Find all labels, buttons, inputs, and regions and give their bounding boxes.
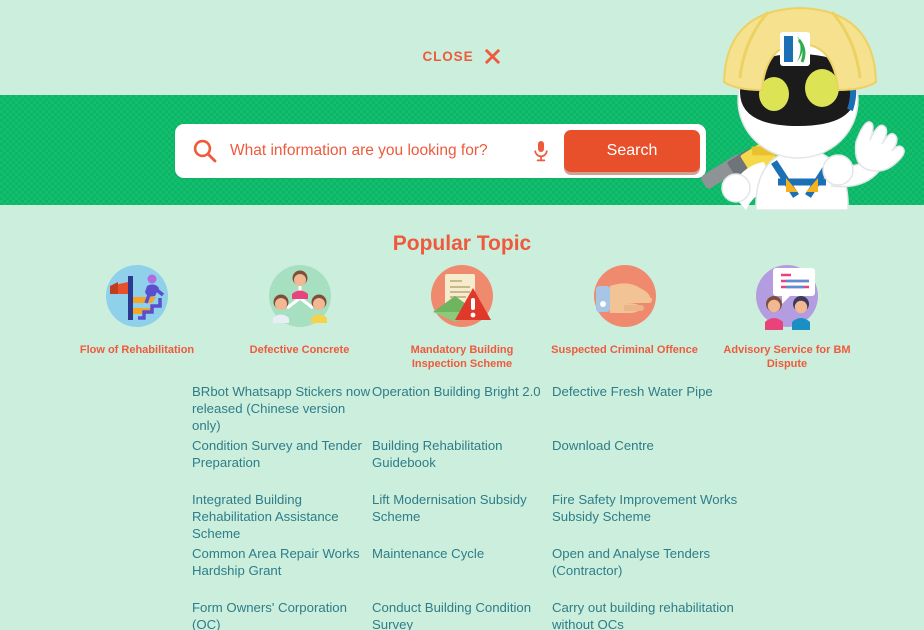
topic-flow-of-rehabilitation[interactable]: Flow of Rehabilitation: [62, 264, 212, 372]
list-item[interactable]: Defective Fresh Water Pipe: [552, 384, 752, 401]
topic-label: Mandatory Building Inspection Scheme: [410, 344, 514, 370]
link-row: Carry out building rehabilitation withou…: [552, 600, 752, 630]
list-item[interactable]: Conduct Building Condition Survey: [372, 600, 552, 630]
search-input[interactable]: [230, 142, 532, 160]
list-item[interactable]: Carry out building rehabilitation withou…: [552, 600, 752, 630]
list-item[interactable]: Integrated Building Rehabilitation Assis…: [192, 492, 372, 543]
link-row: Maintenance Cycle: [372, 546, 552, 600]
search-button[interactable]: Search: [564, 130, 700, 172]
popular-topics-row: Flow of Rehabilitation Defective Concret…: [62, 264, 862, 372]
link-row: Fire Safety Improvement Works Subsidy Sc…: [552, 492, 752, 546]
list-item[interactable]: Operation Building Bright 2.0: [372, 384, 552, 401]
list-item[interactable]: Download Centre: [552, 438, 752, 455]
link-row: Building Rehabilitation Guidebook: [372, 438, 552, 492]
list-item[interactable]: Fire Safety Improvement Works Subsidy Sc…: [552, 492, 752, 526]
link-row: BRbot Whatsapp Stickers now released (Ch…: [192, 384, 372, 438]
search-overlay-page: CLOSE Search: [0, 0, 924, 630]
topic-label: Flow of Rehabilitation: [79, 344, 195, 356]
link-row: Form Owners' Corporation (OC): [192, 600, 372, 630]
search-bar: Search: [175, 124, 706, 178]
list-item[interactable]: BRbot Whatsapp Stickers now released (Ch…: [192, 384, 372, 435]
close-button[interactable]: CLOSE: [422, 47, 501, 66]
signpost-stairs-icon: [106, 265, 168, 327]
list-item[interactable]: Common Area Repair Works Hardship Grant: [192, 546, 372, 580]
link-row: Operation Building Bright 2.0: [372, 384, 552, 438]
link-column-1: BRbot Whatsapp Stickers now released (Ch…: [192, 384, 372, 630]
close-button-label: CLOSE: [422, 49, 474, 64]
microphone-icon[interactable]: [532, 139, 550, 163]
list-item[interactable]: Maintenance Cycle: [372, 546, 552, 563]
popular-topic-title: Popular Topic: [392, 232, 532, 255]
link-row: Integrated Building Rehabilitation Assis…: [192, 492, 372, 546]
close-x-icon: [484, 48, 500, 65]
link-row: Condition Survey and Tender Preparation: [192, 438, 372, 492]
three-people-icon: [268, 265, 331, 327]
topic-suspected-criminal-offence[interactable]: Suspected Criminal Offence: [550, 264, 700, 372]
document-warning-icon: [431, 265, 493, 327]
pointing-hand-icon: [593, 265, 656, 327]
list-item[interactable]: Condition Survey and Tender Preparation: [192, 438, 372, 472]
two-people-chat-icon: [756, 265, 818, 330]
topic-advisory-service-for-bm-dispute[interactable]: Advisory Service for BM Dispute: [712, 264, 862, 372]
link-row: Conduct Building Condition Survey: [372, 600, 552, 630]
link-row: Common Area Repair Works Hardship Grant: [192, 546, 372, 600]
popular-links: BRbot Whatsapp Stickers now released (Ch…: [192, 384, 752, 630]
link-row: Open and Analyse Tenders (Contractor): [552, 546, 752, 600]
list-item[interactable]: Building Rehabilitation Guidebook: [372, 438, 552, 472]
topic-label: Defective Concrete: [249, 344, 350, 356]
link-row: Defective Fresh Water Pipe: [552, 384, 752, 438]
link-column-2: Operation Building Bright 2.0 Building R…: [372, 384, 552, 630]
topic-label: Suspected Criminal Offence: [551, 344, 698, 356]
list-item[interactable]: Form Owners' Corporation (OC): [192, 600, 372, 630]
close-row: CLOSE: [0, 0, 924, 95]
topic-defective-concrete[interactable]: Defective Concrete: [225, 264, 375, 372]
link-row: Download Centre: [552, 438, 752, 492]
list-item[interactable]: Open and Analyse Tenders (Contractor): [552, 546, 752, 580]
search-icon: [193, 139, 217, 163]
topic-label: Advisory Service for BM Dispute: [723, 344, 851, 370]
link-column-3: Defective Fresh Water Pipe Download Cent…: [552, 384, 752, 630]
list-item[interactable]: Lift Modernisation Subsidy Scheme: [372, 492, 552, 526]
topic-mandatory-building-inspection-scheme[interactable]: Mandatory Building Inspection Scheme: [387, 264, 537, 372]
link-row: Lift Modernisation Subsidy Scheme: [372, 492, 552, 546]
